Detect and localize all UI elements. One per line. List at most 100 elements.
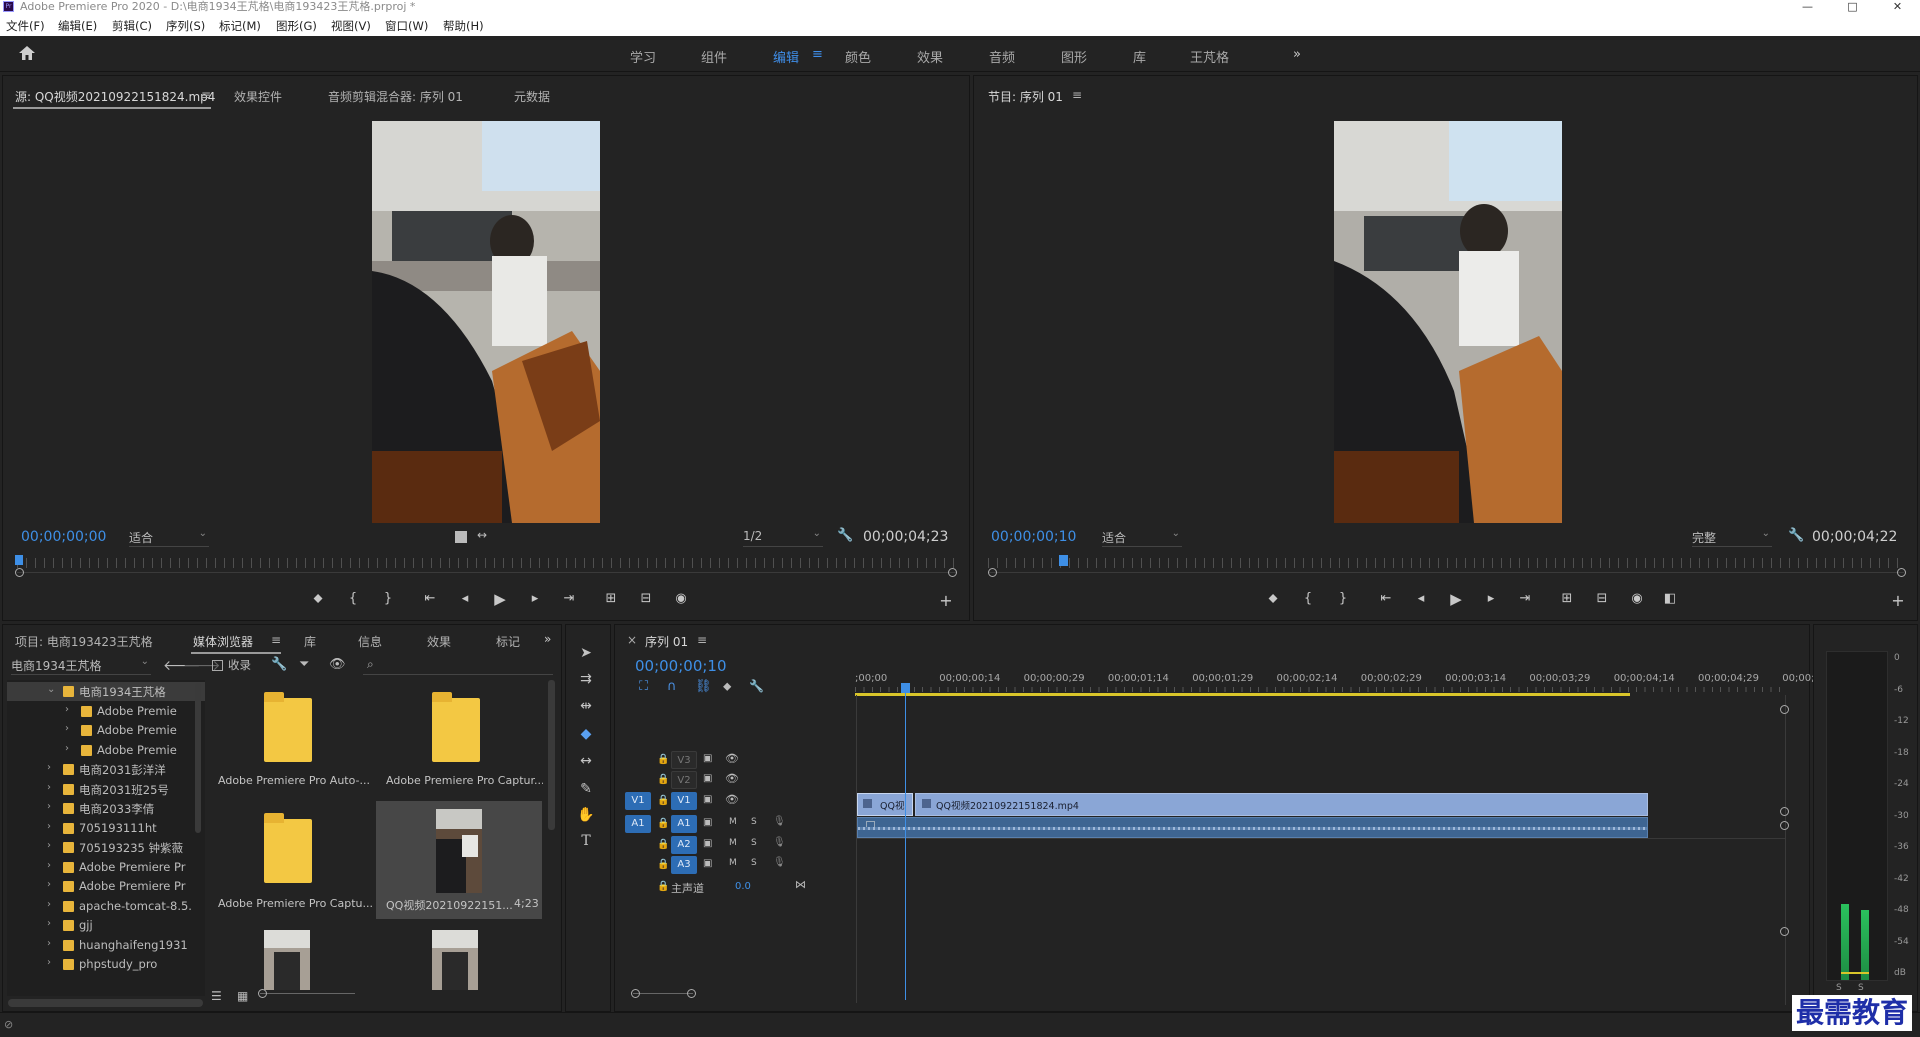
zoom-handle-left[interactable] (15, 568, 24, 577)
mark-in-icon[interactable]: { (343, 591, 363, 606)
wrench-icon[interactable]: 🔧 (1788, 528, 1804, 543)
tree-item[interactable]: › huanghaifeng1931 (7, 936, 205, 955)
program-playhead-marker[interactable] (1059, 555, 1069, 566)
go-to-out-icon[interactable]: ⇥ (559, 591, 579, 606)
selection-tool-icon[interactable]: ➤ (576, 645, 596, 665)
menu-file[interactable]: 文件(F) (6, 18, 45, 34)
tree-item[interactable]: › Adobe Premie (7, 702, 205, 721)
chevron-right-icon[interactable]: › (47, 840, 51, 851)
play-icon[interactable]: ▶ (490, 590, 510, 608)
chevron-down-icon[interactable]: ⌄ (47, 684, 55, 695)
track-select-tool-icon[interactable]: ⇉ (576, 671, 596, 691)
tree-horizontal-scrollbar[interactable] (8, 999, 203, 1007)
tab-project[interactable]: 项目: 电商193423王芃格 (15, 633, 153, 650)
tree-item[interactable]: › 电商2033李倩 (7, 799, 205, 818)
add-marker-icon[interactable]: ⬥ (308, 591, 328, 606)
source-panel-menu-icon[interactable]: ≡ (201, 88, 211, 102)
lock-icon[interactable]: 🔒 (657, 859, 669, 870)
vertical-zoom-handle[interactable] (1780, 927, 1789, 936)
ingest-checkbox[interactable] (212, 660, 223, 671)
tab-audio-clip-mixer[interactable]: 音频剪辑混合器: 序列 01 (328, 88, 463, 105)
track-target-button[interactable]: V2 (671, 771, 697, 789)
program-fit-dropdown[interactable]: 适合 ⌄ (1102, 528, 1182, 547)
solo-button[interactable]: S (751, 817, 757, 827)
export-frame-icon[interactable]: ◉ (671, 591, 691, 606)
drag-video-icon[interactable]: ↔ (477, 528, 487, 542)
wrench-icon[interactable]: 🔧 (837, 528, 853, 543)
chevron-right-icon[interactable]: › (65, 743, 69, 754)
zoom-handle-right[interactable] (687, 989, 696, 998)
chevron-right-icon[interactable]: › (47, 879, 51, 890)
source-patch-button[interactable]: V1 (625, 792, 651, 810)
zoom-handle-left[interactable] (631, 989, 640, 998)
tab-source[interactable]: 源: QQ视频20210922151824.mp4 (15, 88, 215, 105)
vertical-zoom-handle[interactable] (1780, 821, 1789, 830)
source-playhead-marker[interactable] (15, 555, 23, 565)
chevron-right-icon[interactable]: › (47, 938, 51, 949)
button-editor-add-icon[interactable]: + (936, 591, 956, 610)
track-target-button[interactable]: V3 (671, 751, 697, 769)
sync-lock-icon[interactable]: ▣ (703, 817, 712, 828)
view-icon[interactable]: 👁 (329, 657, 346, 672)
button-editor-add-icon[interactable]: + (1888, 591, 1908, 610)
chevron-right-icon[interactable]: › (47, 782, 51, 793)
icon-view-icon[interactable]: ▦ (237, 989, 248, 1003)
master-volume-value[interactable]: 0.0 (735, 881, 751, 892)
source-resolution-dropdown[interactable]: 1/2 ⌄ (743, 528, 823, 547)
clip-v1[interactable]: QQ视频20210922151824.mp4 (915, 793, 1648, 816)
sync-lock-icon[interactable]: ▣ (703, 794, 712, 805)
hand-tool-icon[interactable]: ✋ (576, 807, 596, 827)
nest-icon[interactable]: ⛶ (639, 679, 648, 694)
go-to-in-icon[interactable]: ⇤ (420, 591, 440, 606)
chevron-right-icon[interactable]: › (47, 918, 51, 929)
tab-media-browser[interactable]: 媒体浏览器 (193, 633, 253, 650)
add-marker-icon[interactable]: ⬥ (1263, 591, 1283, 606)
go-to-in-icon[interactable]: ⇤ (1376, 591, 1396, 606)
tab-effects[interactable]: 效果 (427, 633, 451, 650)
tree-item[interactable]: › Adobe Premie (7, 741, 205, 760)
eye-icon[interactable]: 👁 (725, 772, 739, 785)
media-browser-menu-icon[interactable]: ≡ (271, 633, 281, 647)
time-ruler[interactable]: ;00;00 00;00;00;14 00;00;00;29 00;00;01;14 0… (855, 673, 1821, 693)
list-view-icon[interactable]: ☰ (211, 989, 222, 1003)
insert-overlay-icon[interactable] (455, 531, 467, 543)
pen-tool-icon[interactable]: ✎ (576, 781, 596, 801)
source-playhead-timecode[interactable]: 00;00;00;00 (21, 529, 106, 545)
lock-icon[interactable]: 🔒 (657, 818, 669, 829)
microphone-icon[interactable]: 🎙 (773, 816, 786, 827)
media-search-input[interactable]: ⌕ (363, 657, 553, 675)
chevron-right-icon[interactable]: › (47, 860, 51, 871)
go-to-out-icon[interactable]: ⇥ (1515, 591, 1535, 606)
menu-help[interactable]: 帮助(H) (443, 18, 484, 34)
workspace-custom[interactable]: 王芃格 (1190, 47, 1229, 66)
mark-in-icon[interactable]: { (1298, 591, 1318, 606)
mute-button[interactable]: M (729, 817, 737, 827)
track-target-button[interactable]: A1 (671, 815, 697, 833)
program-playhead-timecode[interactable]: 00;00;00;10 (991, 529, 1076, 545)
program-quality-dropdown[interactable]: 完整 ⌄ (1692, 528, 1772, 547)
menu-edit[interactable]: 编辑(E) (58, 18, 97, 34)
microphone-icon[interactable]: 🎙 (773, 837, 786, 848)
sync-lock-icon[interactable]: ▣ (703, 838, 712, 849)
timeline-timecode[interactable]: 00;00;00;10 (635, 657, 727, 675)
lock-icon[interactable]: 🔒 (657, 839, 669, 850)
sync-lock-icon[interactable]: ▣ (703, 773, 712, 784)
tree-item[interactable]: › 电商2031班25号 (7, 780, 205, 799)
zoom-handle-left[interactable] (988, 568, 997, 577)
workspace-libraries[interactable]: 库 (1133, 47, 1146, 66)
sync-lock-icon[interactable]: ▣ (703, 753, 712, 764)
insert-icon[interactable]: ⊞ (601, 591, 621, 606)
add-marker-icon[interactable]: ⬥ (723, 679, 731, 694)
chevron-right-icon[interactable]: › (47, 762, 51, 773)
tree-item[interactable]: › gjj (7, 916, 205, 935)
eye-icon[interactable]: 👁 (725, 793, 739, 806)
panel-overflow-icon[interactable]: » (544, 632, 551, 646)
tab-info[interactable]: 信息 (358, 633, 382, 650)
grid-scrollbar[interactable] (548, 680, 555, 830)
source-patch-button[interactable]: A1 (625, 815, 651, 833)
source-fit-dropdown[interactable]: 适合 ⌄ (129, 528, 209, 547)
lock-icon[interactable]: 🔒 (657, 774, 669, 785)
thumbnail-size-handle[interactable] (258, 989, 267, 998)
mute-button[interactable]: M (729, 858, 737, 868)
sync-lock-icon[interactable]: ▣ (703, 858, 712, 869)
